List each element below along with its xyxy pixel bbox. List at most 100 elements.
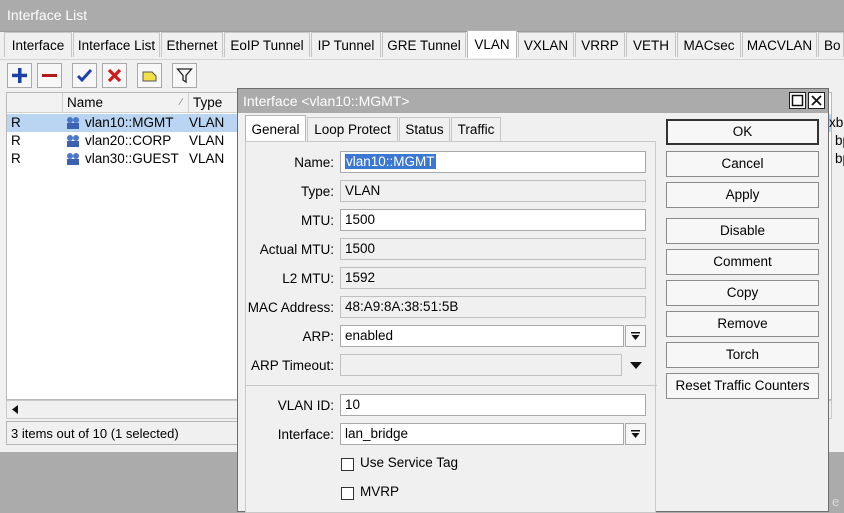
maximize-button[interactable] [789, 92, 806, 109]
row-flag: R [11, 133, 21, 148]
tab-veth[interactable]: VETH [626, 32, 676, 57]
tab-gre-tunnel[interactable]: GRE Tunnel [382, 32, 466, 57]
mvrp-checkbox[interactable] [341, 487, 354, 500]
interface-label: Interface: [277, 427, 334, 442]
comment-button[interactable]: Comment [666, 249, 819, 275]
reset-traffic-counters-button[interactable]: Reset Traffic Counters [666, 373, 819, 399]
checkmark-icon [76, 68, 93, 83]
add-icon [12, 68, 27, 83]
general-form: Name: vlan10::MGMT Type: VLAN MTU: 1500 … [245, 141, 657, 513]
name-column-label: Name [67, 95, 104, 110]
l2-mtu-field: 1592 [340, 267, 646, 289]
tab-eoip-tunnel[interactable]: EoIP Tunnel [224, 32, 310, 57]
x-icon [107, 68, 122, 83]
remove-icon [42, 74, 57, 77]
name-value: vlan10::MGMT [345, 154, 436, 169]
tab-status[interactable]: Status [399, 117, 450, 141]
comment-button[interactable] [137, 63, 162, 88]
arp-select[interactable]: enabled [340, 325, 624, 347]
name-input[interactable]: vlan10::MGMT [340, 151, 646, 173]
cancel-button[interactable]: Cancel [666, 151, 819, 177]
vlan-icon [65, 152, 81, 171]
type-field: VLAN [340, 180, 646, 202]
ok-button[interactable]: OK [666, 119, 819, 145]
tab-bonding[interactable]: Bo [818, 32, 844, 57]
mvrp-label: MVRP [360, 484, 400, 499]
disable-button[interactable]: Disable [666, 218, 819, 244]
apply-button[interactable]: Apply [666, 182, 819, 208]
use-service-tag-checkbox[interactable] [341, 458, 354, 471]
row-tail: xbp [829, 115, 844, 130]
background-glyph: e [832, 494, 840, 509]
mac-address-field: 48:A9:8A:38:51:5B [340, 296, 646, 318]
row-flag: R [11, 115, 21, 130]
arrow-left-icon[interactable] [11, 405, 20, 414]
l2-mtu-label: L2 MTU: [282, 271, 334, 286]
filter-button[interactable] [172, 63, 197, 88]
row-type: VLAN [189, 115, 225, 130]
sort-icon: ∕ [180, 97, 182, 108]
copy-button[interactable]: Copy [666, 280, 819, 306]
interface-dialog: Interface <vlan10::MGMT> General Loop Pr… [237, 88, 829, 513]
list-titlebar[interactable]: Interface List [0, 0, 844, 32]
type-label: Type: [300, 184, 334, 199]
tab-macsec[interactable]: MACsec [677, 32, 741, 57]
interface-select[interactable]: lan_bridge [340, 423, 624, 445]
actual-mtu-label: Actual MTU: [259, 242, 334, 257]
filter-icon [176, 68, 193, 84]
arp-timeout-field[interactable] [340, 354, 622, 376]
row-type: VLAN [189, 133, 225, 148]
dialog-titlebar[interactable]: Interface <vlan10::MGMT> [238, 89, 828, 113]
tab-vxlan[interactable]: VXLAN [518, 32, 574, 57]
mac-address-label: MAC Address: [247, 300, 334, 315]
mtu-label: MTU: [301, 213, 334, 228]
tab-ethernet[interactable]: Ethernet [161, 32, 223, 57]
dialog-title: Interface <vlan10::MGMT> [243, 93, 410, 109]
row-tail: bp [835, 151, 844, 166]
disable-button[interactable] [102, 63, 127, 88]
row-name: vlan30::GUEST [85, 151, 179, 166]
flag-column-header[interactable] [7, 93, 63, 113]
add-button[interactable] [7, 63, 32, 88]
row-flag: R [11, 151, 21, 166]
row-tail: bp [835, 133, 844, 148]
arp-dropdown-button[interactable] [625, 325, 646, 347]
remove-button[interactable]: Remove [666, 311, 819, 337]
vlan-id-label: VLAN ID: [277, 398, 334, 413]
status-bar: 3 items out of 10 (1 selected) [6, 421, 238, 445]
close-button[interactable] [808, 92, 825, 109]
dialog-tabs: General Loop Protect Status Traffic [245, 115, 545, 142]
torch-button[interactable]: Torch [666, 342, 819, 368]
name-column-header[interactable]: Name ∕ [63, 93, 189, 113]
tab-general[interactable]: General [245, 115, 306, 142]
tab-traffic[interactable]: Traffic [451, 117, 501, 141]
expand-arrow-icon[interactable] [629, 361, 643, 370]
dropdown-arrow-icon [631, 429, 640, 438]
use-service-tag-label: Use Service Tag [360, 455, 459, 470]
row-name: vlan10::MGMT [85, 115, 174, 130]
tab-interface[interactable]: Interface [4, 32, 72, 57]
actual-mtu-field: 1500 [340, 238, 646, 260]
arp-label: ARP: [302, 329, 334, 344]
arp-timeout-label: ARP Timeout: [250, 358, 334, 373]
name-label: Name: [294, 155, 334, 170]
maximize-icon [791, 94, 804, 107]
vlan-id-input[interactable]: 10 [340, 394, 646, 416]
separator [246, 385, 657, 386]
tab-loop-protect[interactable]: Loop Protect [307, 117, 398, 141]
tab-interface-list[interactable]: Interface List [73, 32, 160, 57]
note-icon [142, 71, 157, 82]
row-name: vlan20::CORP [85, 133, 172, 148]
enable-button[interactable] [72, 63, 97, 88]
list-window-title: Interface List [7, 7, 88, 23]
tab-vlan[interactable]: VLAN [467, 30, 517, 58]
dropdown-arrow-icon [631, 331, 640, 340]
remove-button[interactable] [37, 63, 62, 88]
tab-macvlan[interactable]: MACVLAN [742, 32, 817, 57]
mtu-input[interactable]: 1500 [340, 209, 646, 231]
tab-vrrp[interactable]: VRRP [575, 32, 625, 57]
close-icon [811, 95, 822, 106]
tab-ip-tunnel[interactable]: IP Tunnel [311, 32, 381, 57]
row-type: VLAN [189, 151, 225, 166]
interface-dropdown-button[interactable] [625, 423, 646, 445]
